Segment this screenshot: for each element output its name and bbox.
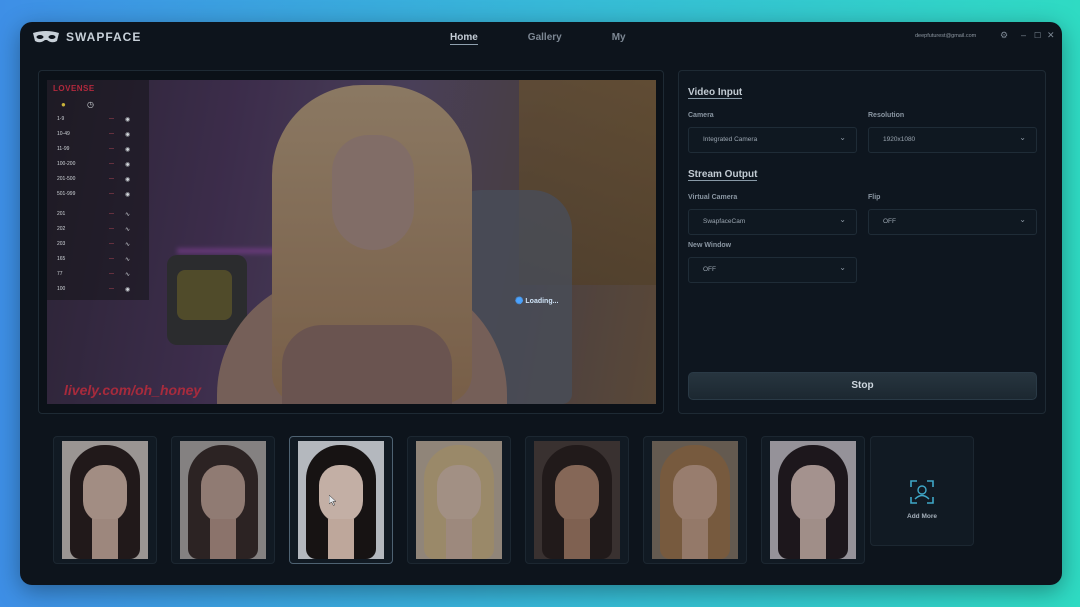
minimize-icon[interactable]: – xyxy=(1021,31,1026,40)
resolution-select[interactable]: 1920x1080 ⌄ xyxy=(868,127,1037,153)
chevron-down-icon: ⌄ xyxy=(839,215,846,224)
flip-select[interactable]: OFF ⌄ xyxy=(868,209,1037,235)
face-thumbnail[interactable] xyxy=(171,436,275,564)
camera-label: Camera xyxy=(688,112,714,119)
loading-text: Loading... xyxy=(525,298,559,305)
stop-button[interactable]: Stop xyxy=(688,372,1037,400)
new-window-select[interactable]: OFF ⌄ xyxy=(688,257,857,283)
new-window-select-value: OFF xyxy=(703,266,716,273)
add-more-button[interactable]: Add More xyxy=(870,436,974,546)
tip-menu-row: 100-200— ◉ xyxy=(57,161,131,168)
tip-menu-row: 11-99— ◉ xyxy=(57,146,131,153)
camera-select[interactable]: Integrated Camera ⌄ xyxy=(688,127,857,153)
nav-gallery[interactable]: Gallery xyxy=(528,32,562,43)
face-scan-icon xyxy=(910,480,934,504)
face-image xyxy=(652,441,738,559)
resolution-select-value: 1920x1080 xyxy=(883,136,916,143)
tip-menu-row: 77— ∿ xyxy=(57,271,131,278)
nav-my[interactable]: My xyxy=(612,32,626,43)
face-image xyxy=(298,441,384,559)
chevron-down-icon: ⌄ xyxy=(1019,133,1026,142)
face-thumbnail[interactable] xyxy=(643,436,747,564)
camera-preview: LOVENSE ● ◷ 1-9— ◉ 10-49— ◉ 11-99— ◉ 100-20… xyxy=(47,80,656,404)
gear-icon[interactable]: ⚙ xyxy=(1000,31,1008,40)
stream-output-title: Stream Output xyxy=(688,169,758,181)
chevron-down-icon: ⌄ xyxy=(839,263,846,272)
flip-label: Flip xyxy=(868,194,881,201)
main-nav: Home Gallery My xyxy=(450,32,676,45)
app-logo: SWAPFACE xyxy=(32,30,141,44)
resolution-label: Resolution xyxy=(868,112,905,119)
chevron-down-icon: ⌄ xyxy=(839,133,846,142)
face-image xyxy=(180,441,266,559)
maximize-icon[interactable]: ☐ xyxy=(1034,31,1041,40)
new-window-label: New Window xyxy=(688,242,732,249)
tip-menu-row: 501-999— ◉ xyxy=(57,191,131,198)
tip-menu-row: 203— ∿ xyxy=(57,241,131,248)
chevron-down-icon: ⌄ xyxy=(1019,215,1026,224)
add-more-label: Add More xyxy=(907,513,937,520)
tip-menu-row: 201— ∿ xyxy=(57,211,131,218)
tip-menu-row: 10-49— ◉ xyxy=(57,131,131,138)
mask-logo-icon xyxy=(33,30,59,42)
account-email[interactable]: deepfuturest@gmail.com xyxy=(915,33,976,39)
face-image xyxy=(416,441,502,559)
tip-menu-row: 165— ∿ xyxy=(57,256,131,263)
close-icon[interactable]: ✕ xyxy=(1047,31,1055,40)
settings-panel: Video Input Camera Integrated Camera ⌄ R… xyxy=(678,70,1046,414)
flip-select-value: OFF xyxy=(883,218,896,225)
virtual-camera-label: Virtual Camera xyxy=(688,194,738,201)
mouse-cursor-icon xyxy=(329,495,337,506)
app-name: SWAPFACE xyxy=(66,30,142,44)
face-thumbnail[interactable] xyxy=(53,436,157,564)
tip-menu-row: 1-9— ◉ xyxy=(57,116,131,123)
camera-select-value: Integrated Camera xyxy=(703,136,758,143)
tip-menu-row: 201-500— ◉ xyxy=(57,176,131,183)
tip-menu-overlay: LOVENSE ● ◷ 1-9— ◉ 10-49— ◉ 11-99— ◉ 100-20… xyxy=(47,80,149,300)
video-preview-panel: LOVENSE ● ◷ 1-9— ◉ 10-49— ◉ 11-99— ◉ 100-20… xyxy=(38,70,664,414)
title-bar: SWAPFACE Home Gallery My deepfuturest@gm… xyxy=(20,22,1062,52)
clock-icon: ◷ xyxy=(87,100,94,109)
video-input-title: Video Input xyxy=(688,87,743,99)
app-window: SWAPFACE Home Gallery My deepfuturest@gm… xyxy=(20,22,1062,585)
face-image xyxy=(62,441,148,559)
face-thumbnail[interactable] xyxy=(407,436,511,564)
virtual-camera-select-value: SwapfaceCam xyxy=(703,218,746,225)
tip-menu-header: LOVENSE xyxy=(53,84,95,93)
loading-indicator: ✺ Loading... xyxy=(515,296,558,307)
face-thumbnail-selected[interactable] xyxy=(289,436,393,564)
tip-menu-row: 100— ◉ xyxy=(57,286,131,293)
coin-icon: ● xyxy=(61,100,66,109)
stream-watermark: lively.com/oh_honey xyxy=(64,382,202,398)
nav-home[interactable]: Home xyxy=(450,32,478,45)
face-thumbnail[interactable] xyxy=(525,436,629,564)
face-image xyxy=(534,441,620,559)
face-selection-strip: Add More xyxy=(38,429,1042,567)
tip-menu-row: 202— ∿ xyxy=(57,226,131,233)
virtual-camera-select[interactable]: SwapfaceCam ⌄ xyxy=(688,209,857,235)
face-image xyxy=(770,441,856,559)
face-thumbnail[interactable] xyxy=(761,436,865,564)
spinner-icon: ✺ xyxy=(515,296,524,307)
